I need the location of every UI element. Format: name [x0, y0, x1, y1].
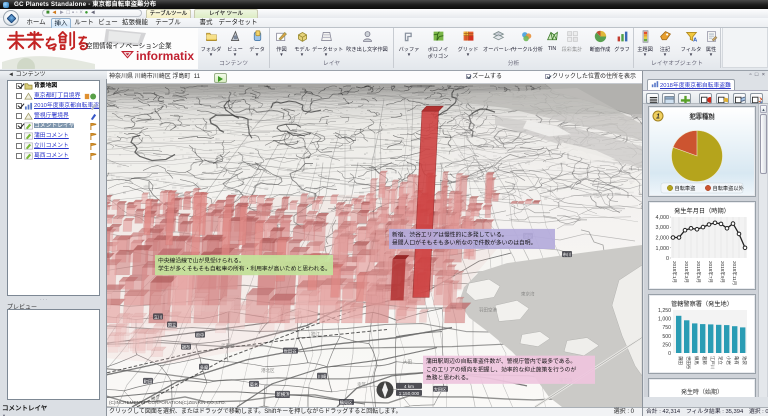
svg-text:自転車盗以外: 自転車盗以外: [713, 184, 744, 192]
svg-text:0: 0: [666, 256, 669, 262]
svg-text:2018年7月: 2018年7月: [707, 261, 714, 283]
svg-text:4,000: 4,000: [656, 215, 670, 221]
svg-text:昼間人口がそもそも多い所なので件数が多いのは自明。: 昼間人口がそもそも多い所なので件数が多いのは自明。: [392, 239, 536, 247]
svg-text:中央線沿線で山が見受けられる。: 中央線沿線で山が見受けられる。: [158, 256, 245, 264]
svg-text:A: A: [693, 37, 697, 43]
svg-text:750: 750: [662, 325, 671, 331]
svg-text:多摩: 多摩: [200, 364, 209, 371]
svg-text:世田谷: 世田谷: [685, 356, 692, 370]
svg-text:狛江: 狛江: [311, 331, 320, 338]
svg-text:2,000: 2,000: [656, 236, 670, 242]
svg-text:学生が多くそもそも自転車の所有・利用率が高いためと思われる。: 学生が多くそもそも自転車の所有・利用率が高いためと思われる。: [158, 265, 331, 273]
svg-text:4 km: 4 km: [404, 384, 414, 389]
svg-text:港北区: 港北区: [261, 367, 275, 374]
svg-text:亀有: 亀有: [733, 356, 740, 365]
svg-text:2018年3月: 2018年3月: [683, 261, 690, 283]
svg-text:調布: 調布: [182, 344, 190, 351]
svg-text:府中: 府中: [196, 332, 204, 339]
svg-text:2018年11月: 2018年11月: [731, 261, 738, 285]
svg-text:東京湾: 東京湾: [521, 290, 535, 297]
svg-text:1,000: 1,000: [658, 317, 671, 323]
svg-text:世田谷: 世田谷: [284, 348, 297, 355]
svg-text:3,000: 3,000: [656, 225, 670, 231]
svg-text:池袋: 池袋: [741, 356, 748, 365]
svg-text:500: 500: [662, 334, 671, 340]
svg-text:羽田空港: 羽田空港: [479, 306, 497, 313]
svg-text:発生年月日（時期）: 発生年月日（時期）: [674, 207, 730, 215]
svg-text:大田区: 大田区: [434, 386, 447, 393]
svg-text:管轄警察署（発生地）: 管轄警察署（発生地）: [671, 300, 733, 308]
svg-text:立川: 立川: [154, 313, 162, 319]
svg-text:2018年5月: 2018年5月: [695, 261, 702, 283]
svg-text:新横浜: 新横浜: [276, 391, 290, 398]
svg-text:250: 250: [662, 342, 671, 348]
svg-text:江戸川: 江戸川: [709, 356, 716, 369]
svg-text:鶴見区: 鶴見区: [340, 399, 353, 406]
svg-text:2018年1月: 2018年1月: [671, 261, 678, 283]
svg-text:川崎: 川崎: [318, 373, 327, 379]
svg-text:葛飾: 葛飾: [701, 356, 708, 365]
svg-text:大田: 大田: [403, 359, 412, 366]
svg-text:0: 0: [668, 351, 671, 357]
svg-text:小岩: 小岩: [725, 356, 732, 365]
svg-text:自転車盗: 自転車盗: [675, 184, 696, 192]
svg-text:このエリアの傾向を把握し、効率的な抑止施策を行うのが: このエリアの傾向を把握し、効率的な抑止施策を行うのが: [426, 365, 576, 373]
svg-text:市川: 市川: [563, 251, 571, 258]
svg-text:国立: 国立: [168, 321, 176, 328]
svg-text:informatix: informatix: [136, 49, 194, 63]
svg-text:1,250: 1,250: [658, 308, 671, 314]
svg-text:新宿、渋谷エリアは慢性的に多発している。: 新宿、渋谷エリアは慢性的に多発している。: [392, 230, 507, 238]
svg-text:1:150,000: 1:150,000: [399, 391, 420, 396]
svg-text:武蔵野: 武蔵野: [221, 343, 235, 350]
svg-text:蒲田: 蒲田: [677, 356, 684, 365]
svg-text:菊名: 菊名: [250, 381, 258, 388]
svg-text:1,000: 1,000: [656, 246, 670, 252]
svg-text:足立: 足立: [717, 356, 724, 365]
svg-text:急務と思われる。: 急務と思われる。: [426, 374, 472, 382]
svg-text:(C)INCREMENT P CORPORATION(C)Z: (C)INCREMENT P CORPORATION(C)ZENRIN CO.,…: [109, 400, 226, 405]
svg-text:練馬: 練馬: [693, 356, 700, 365]
svg-text:蒲田駅周辺の自転車盗件数が、警視庁管内で最多である。: 蒲田駅周辺の自転車盗件数が、警視庁管内で最多である。: [426, 357, 576, 365]
svg-text:2018年9月: 2018年9月: [719, 261, 726, 283]
